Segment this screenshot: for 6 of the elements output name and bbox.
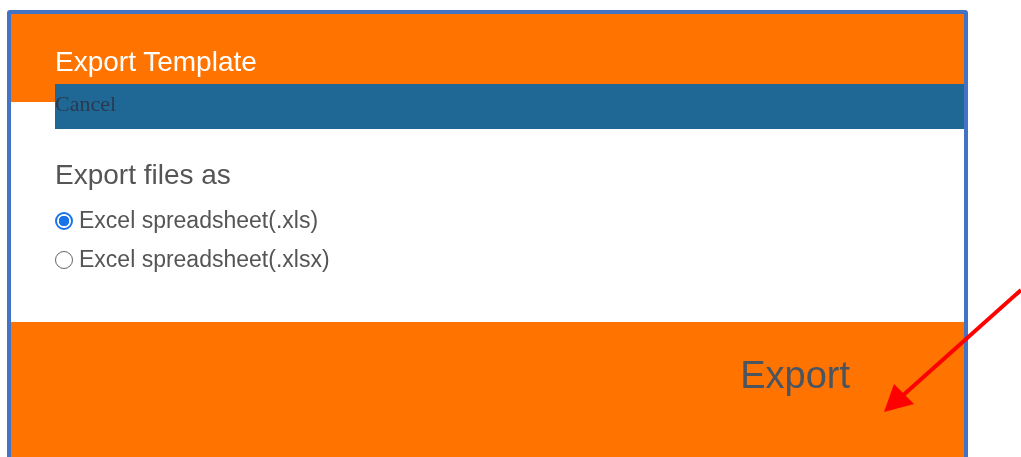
dialog-title: Export Template (55, 45, 257, 79)
radio-option[interactable]: Excel spreadsheet(.xls) (55, 207, 319, 234)
radio-button[interactable] (55, 211, 73, 230)
section-label: Export files as (55, 159, 232, 191)
radio-option[interactable]: Excel spreadsheet(.xlsx) (55, 246, 330, 273)
radio-button[interactable] (55, 250, 73, 269)
